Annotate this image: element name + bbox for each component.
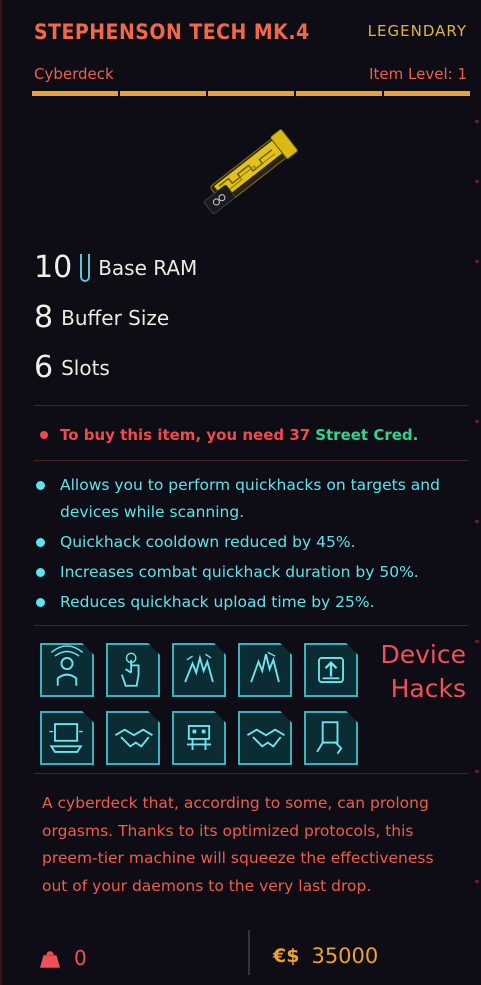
hand-wave-icon[interactable] — [238, 643, 292, 697]
person-signal-icon[interactable] — [40, 643, 94, 697]
list-item: Allows you to perform quickhacks on targ… — [36, 472, 466, 526]
warning-dot-icon — [40, 431, 48, 439]
stat-buffer-size: 8 Buffer Size — [34, 300, 169, 335]
stat-slots: 6 Slots — [34, 350, 110, 385]
hand-wave-icon[interactable] — [172, 643, 226, 697]
stat-label: Slots — [61, 355, 110, 380]
divider — [34, 405, 468, 406]
requirement-text: To buy this item, you need 37 — [60, 426, 311, 444]
stat-label: Buffer Size — [61, 305, 170, 330]
bullet-icon — [36, 481, 45, 490]
stat-base-ram: 10 Base RAM — [34, 250, 197, 285]
requirement-warning: To buy this item, you need 37 Street Cre… — [40, 426, 418, 444]
finger-tap-icon[interactable] — [106, 643, 160, 697]
item-description: A cyberdeck that, according to some, can… — [42, 794, 434, 895]
panel-edge-marks — [473, 0, 479, 985]
divider — [34, 625, 468, 626]
stat-value: 8 — [34, 300, 54, 335]
effects-list: Allows you to perform quickhacks on targ… — [36, 472, 466, 616]
robot-icon[interactable] — [172, 711, 226, 765]
footer-divider — [248, 930, 250, 975]
item-level-bar — [32, 91, 470, 96]
handshake-icon[interactable] — [238, 711, 292, 765]
bullet-icon — [36, 598, 45, 607]
ram-icon — [80, 253, 91, 282]
divider — [34, 773, 468, 774]
stat-label: Base RAM — [98, 255, 198, 280]
device-hacks-grid — [40, 643, 360, 773]
cyberdeck-image — [188, 116, 308, 226]
handshake-icon[interactable] — [106, 711, 160, 765]
item-tooltip-panel: STEPHENSON TECH MK.4 LEGENDARY Cyberdeck… — [0, 0, 481, 985]
upload-icon[interactable] — [304, 643, 358, 697]
street-cred-label: Street Cred. — [315, 426, 419, 444]
item-price: €$ 35000 — [273, 944, 378, 968]
computer-icon[interactable] — [40, 711, 94, 765]
item-name: STEPHENSON TECH MK.4 — [34, 20, 310, 44]
item-rarity: LEGENDARY — [367, 22, 467, 40]
bullet-icon — [36, 568, 45, 577]
hand-card-icon[interactable] — [304, 711, 358, 765]
item-level: Item Level: 1 — [369, 65, 467, 83]
device-hacks-title: Device Hacks — [380, 640, 467, 703]
weight-value: 0 — [74, 946, 87, 970]
price-value: 35000 — [311, 944, 379, 968]
list-item: Reduces quickhack upload time by 25%. — [36, 589, 466, 616]
bullet-icon — [36, 538, 45, 547]
item-weight: 0 — [40, 946, 87, 970]
list-item: Increases combat quickhack duration by 5… — [36, 559, 466, 586]
list-item: Quickhack cooldown reduced by 45%. — [36, 529, 466, 556]
weight-icon — [40, 951, 60, 968]
eurodollar-icon: €$ — [273, 945, 300, 967]
stat-value: 10 — [34, 250, 73, 285]
item-type: Cyberdeck — [34, 65, 114, 83]
divider — [34, 460, 468, 461]
stat-value: 6 — [34, 350, 54, 385]
